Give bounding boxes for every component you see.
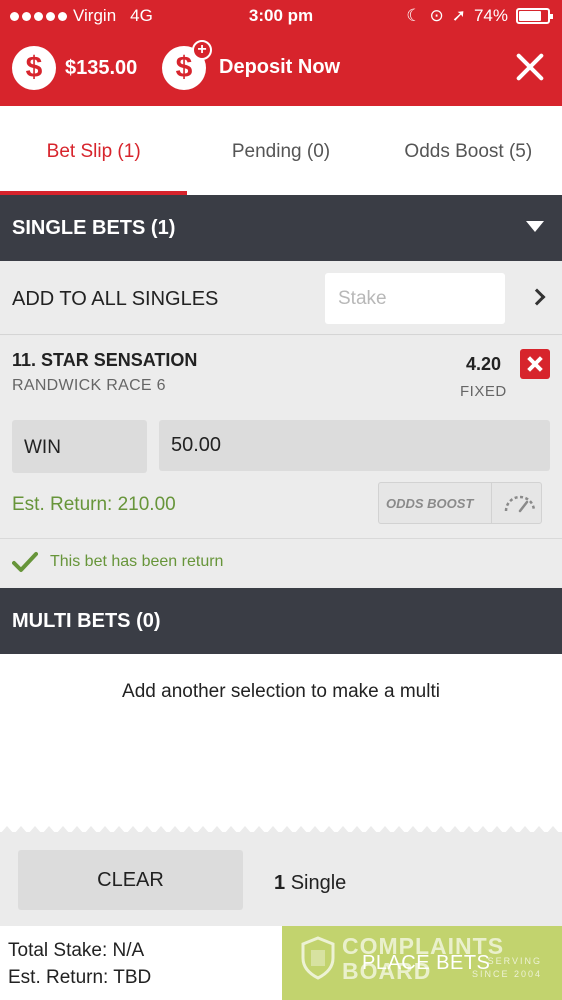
collapse-caret-icon[interactable] [526,221,544,232]
chevron-right-icon[interactable] [528,288,546,306]
bet-card: 11. STAR SENSATION RANDWICK RACE 6 4.20 … [0,336,562,586]
single-bets-header[interactable]: SINGLE BETS (1) [0,195,562,261]
multi-bets-message: Add another selection to make a multi [122,681,440,702]
bet-type-select[interactable]: WIN [12,420,147,473]
deposit-now-button[interactable]: Deposit Now [219,56,340,79]
single-bets-title: SINGLE BETS (1) [12,217,176,239]
single-count-label: Single [290,872,347,894]
bet-est-return: Est. Return: 210.00 [12,494,176,515]
speedometer-icon [504,495,536,513]
odds-boost-button[interactable]: ODDS BOOST [378,482,542,524]
add-to-all-singles-label: ADD TO ALL SINGLES [12,288,219,310]
tab-bet-slip[interactable]: Bet Slip (1) [0,106,188,195]
totals-panel: Total Stake: N/A Est. Return: TBD [0,926,282,1000]
moon-icon: ☾ [406,6,422,25]
multi-bets-title: MULTI BETS (0) [12,610,161,632]
account-balance: $135.00 [65,57,138,79]
place-bets-button[interactable]: PLACE BETS COMPLAINTS BOARD SERVING SINC… [282,926,562,1000]
total-est-return: Est. Return: TBD [8,967,152,988]
betslip-tabs: Bet Slip (1) Pending (0) Odds Boost (5) [0,106,562,195]
race-name: RANDWICK RACE 6 [12,377,166,394]
status-bar: Virgin 4G 3:00 pm ☾ ⊙ ➚ 74% [0,0,562,32]
checkmark-icon [12,552,38,572]
confirmation-text: This bet has been return [50,553,224,570]
close-icon[interactable] [510,48,550,88]
all-singles-stake-input[interactable] [325,273,505,324]
betslip-footer: CLEAR 1 Single [0,834,562,926]
multi-bets-body: Add another selection to make a multi [0,654,562,832]
tab-pending[interactable]: Pending (0) [187,106,374,195]
bet-stake-input[interactable]: 50.00 [159,420,550,471]
single-count-number: 1 [274,872,286,894]
runner-name: 11. STAR SENSATION [12,350,198,370]
bet-confirmation: This bet has been return [12,551,223,573]
total-stake: Total Stake: N/A [8,940,145,961]
deposit-dollar-plus-icon[interactable]: $ + [162,40,212,90]
top-header: Virgin 4G 3:00 pm ☾ ⊙ ➚ 74% $ $135.00 $ +… [0,0,562,106]
watermark-shield-icon [301,936,335,980]
battery-icon [516,8,553,24]
tab-odds-boost[interactable]: Odds Boost (5) [375,106,562,195]
remove-bet-icon[interactable] [520,349,550,379]
odds-type: FIXED [460,383,507,400]
odds-boost-label: ODDS BOOST [386,496,474,511]
add-to-all-singles-row: ADD TO ALL SINGLES [0,261,562,335]
location-icon: ➚ [451,6,466,25]
orientation-lock-icon: ⊙ [429,6,444,25]
receipt-edge [0,826,562,834]
bet-odds: 4.20 [466,354,502,374]
balance-dollar-icon: $ [12,46,56,90]
single-count: 1 Single [274,872,346,895]
battery-percent: 74% [473,6,508,25]
clear-button[interactable]: CLEAR [18,850,243,910]
watermark-tagline: SERVING SINCE 2004 [472,956,543,979]
multi-bets-header[interactable]: MULTI BETS (0) [0,588,562,654]
